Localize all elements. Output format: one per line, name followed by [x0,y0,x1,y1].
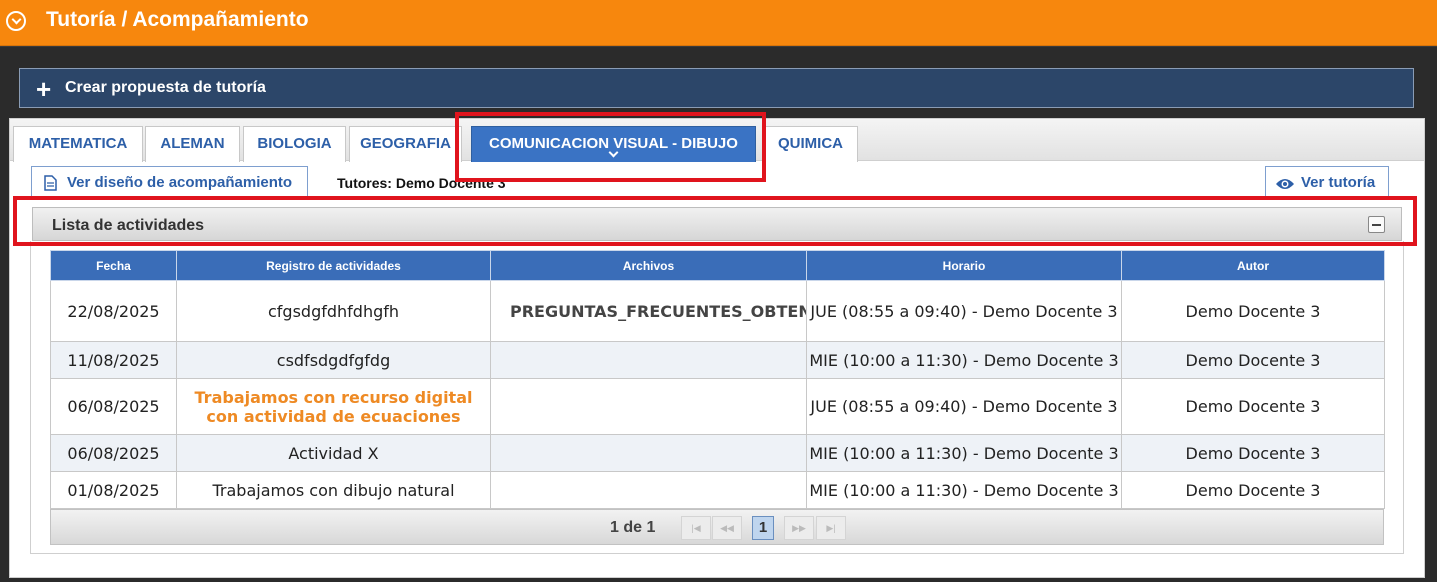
tab-matematica[interactable]: MATEMATICA [13,126,143,162]
last-page-button[interactable]: ▶| [816,516,846,540]
eye-icon [1276,179,1294,189]
cell-autor: Demo Docente 3 [1121,341,1385,379]
highlight-box-activities [13,196,1417,246]
prev-page-button[interactable]: ◀◀ [712,516,742,540]
cell-fecha: 01/08/2025 [50,471,177,509]
cell-fecha: 11/08/2025 [50,341,177,379]
cell-horario: JUE (08:55 a 09:40) - Demo Docente 3 [806,378,1122,435]
cell-horario: MIE (10:00 a 11:30) - Demo Docente 3 [806,434,1122,472]
ver-diseno-button[interactable]: Ver diseño de acompañamiento [31,166,308,200]
cell-fecha: 06/08/2025 [50,378,177,435]
create-tutoria-label: Crear propuesta de tutoría [65,79,266,96]
first-page-button[interactable]: |◀ [681,516,711,540]
next-page-button[interactable]: ▶▶ [784,516,814,540]
cell-autor: Demo Docente 3 [1121,434,1385,472]
tab-label: GEOGRAFIA [360,135,451,152]
cell-archivos [490,471,807,509]
column-header-registro[interactable]: Registro de actividades [176,250,491,281]
tutoria-panel: MATEMATICA ALEMAN BIOLOGIA GEOGRAFIA COM… [9,118,1425,578]
tab-label: BIOLOGIA [257,135,332,152]
cell-archivos [490,434,807,472]
file-link[interactable]: PREGUNTAS_FRECUENTES_OBTENER_LO [490,280,807,342]
chevron-circle-icon[interactable] [6,11,26,31]
cell-autor: Demo Docente 3 [1121,280,1385,342]
table-row[interactable]: 22/08/2025 cfgsdgfdhfdhgfh PREGUNTAS_FRE… [50,280,1385,342]
cell-autor: Demo Docente 3 [1121,471,1385,509]
cell-horario: MIE (10:00 a 11:30) - Demo Docente 3 [806,341,1122,379]
tab-aleman[interactable]: ALEMAN [145,126,240,162]
page-info: 1 de 1 [610,519,656,536]
document-icon [44,175,57,191]
activities-table: Fecha Registro de actividades Archivos H… [50,250,1385,509]
cell-registro: csdfsdgdfgfdg [176,341,491,379]
current-page-button[interactable]: 1 [752,516,774,540]
column-header-fecha[interactable]: Fecha [50,250,177,281]
highlight-box-tab [455,112,766,182]
tab-geografia[interactable]: GEOGRAFIA [349,126,462,162]
tab-label: ALEMAN [160,135,225,152]
pagination-bar: 1 de 1 |◀ ◀◀ 1 ▶▶ ▶| [50,509,1384,545]
cell-archivos [490,341,807,379]
tab-label: QUIMICA [778,135,843,152]
cell-horario: JUE (08:55 a 09:40) - Demo Docente 3 [806,280,1122,342]
table-row[interactable]: 01/08/2025 Trabajamos con dibujo natural… [50,471,1385,509]
cell-horario: MIE (10:00 a 11:30) - Demo Docente 3 [806,471,1122,509]
column-header-archivos[interactable]: Archivos [490,250,807,281]
cell-registro: cfgsdgfdhfdhgfh [176,280,491,342]
column-header-autor[interactable]: Autor [1121,250,1385,281]
cell-registro: Trabajamos con recurso digital con activ… [176,378,491,435]
column-header-horario[interactable]: Horario [806,250,1122,281]
plus-icon: + [36,74,52,104]
tab-label: MATEMATICA [28,135,128,152]
cell-fecha: 06/08/2025 [50,434,177,472]
table-row[interactable]: 06/08/2025 Trabajamos con recurso digita… [50,378,1385,435]
table-row[interactable]: 06/08/2025 Actividad X MIE (10:00 a 11:3… [50,434,1385,472]
app-header: Tutoría / Acompañamiento [0,0,1437,46]
cell-archivos [490,378,807,435]
tab-biologia[interactable]: BIOLOGIA [243,126,346,162]
page-title: Tutoría / Acompañamiento [46,8,309,31]
ver-diseno-label: Ver diseño de acompañamiento [67,174,293,191]
create-tutoria-button[interactable]: + Crear propuesta de tutoría [19,68,1414,108]
tab-quimica[interactable]: QUIMICA [763,126,858,162]
cell-registro: Actividad X [176,434,491,472]
cell-autor: Demo Docente 3 [1121,378,1385,435]
cell-registro: Trabajamos con dibujo natural [176,471,491,509]
ver-tutoria-label: Ver tutoría [1301,174,1376,191]
cell-fecha: 22/08/2025 [50,280,177,342]
ver-tutoria-button[interactable]: Ver tutoría [1265,166,1389,200]
table-row[interactable]: 11/08/2025 csdfsdgdfgfdg MIE (10:00 a 11… [50,341,1385,379]
